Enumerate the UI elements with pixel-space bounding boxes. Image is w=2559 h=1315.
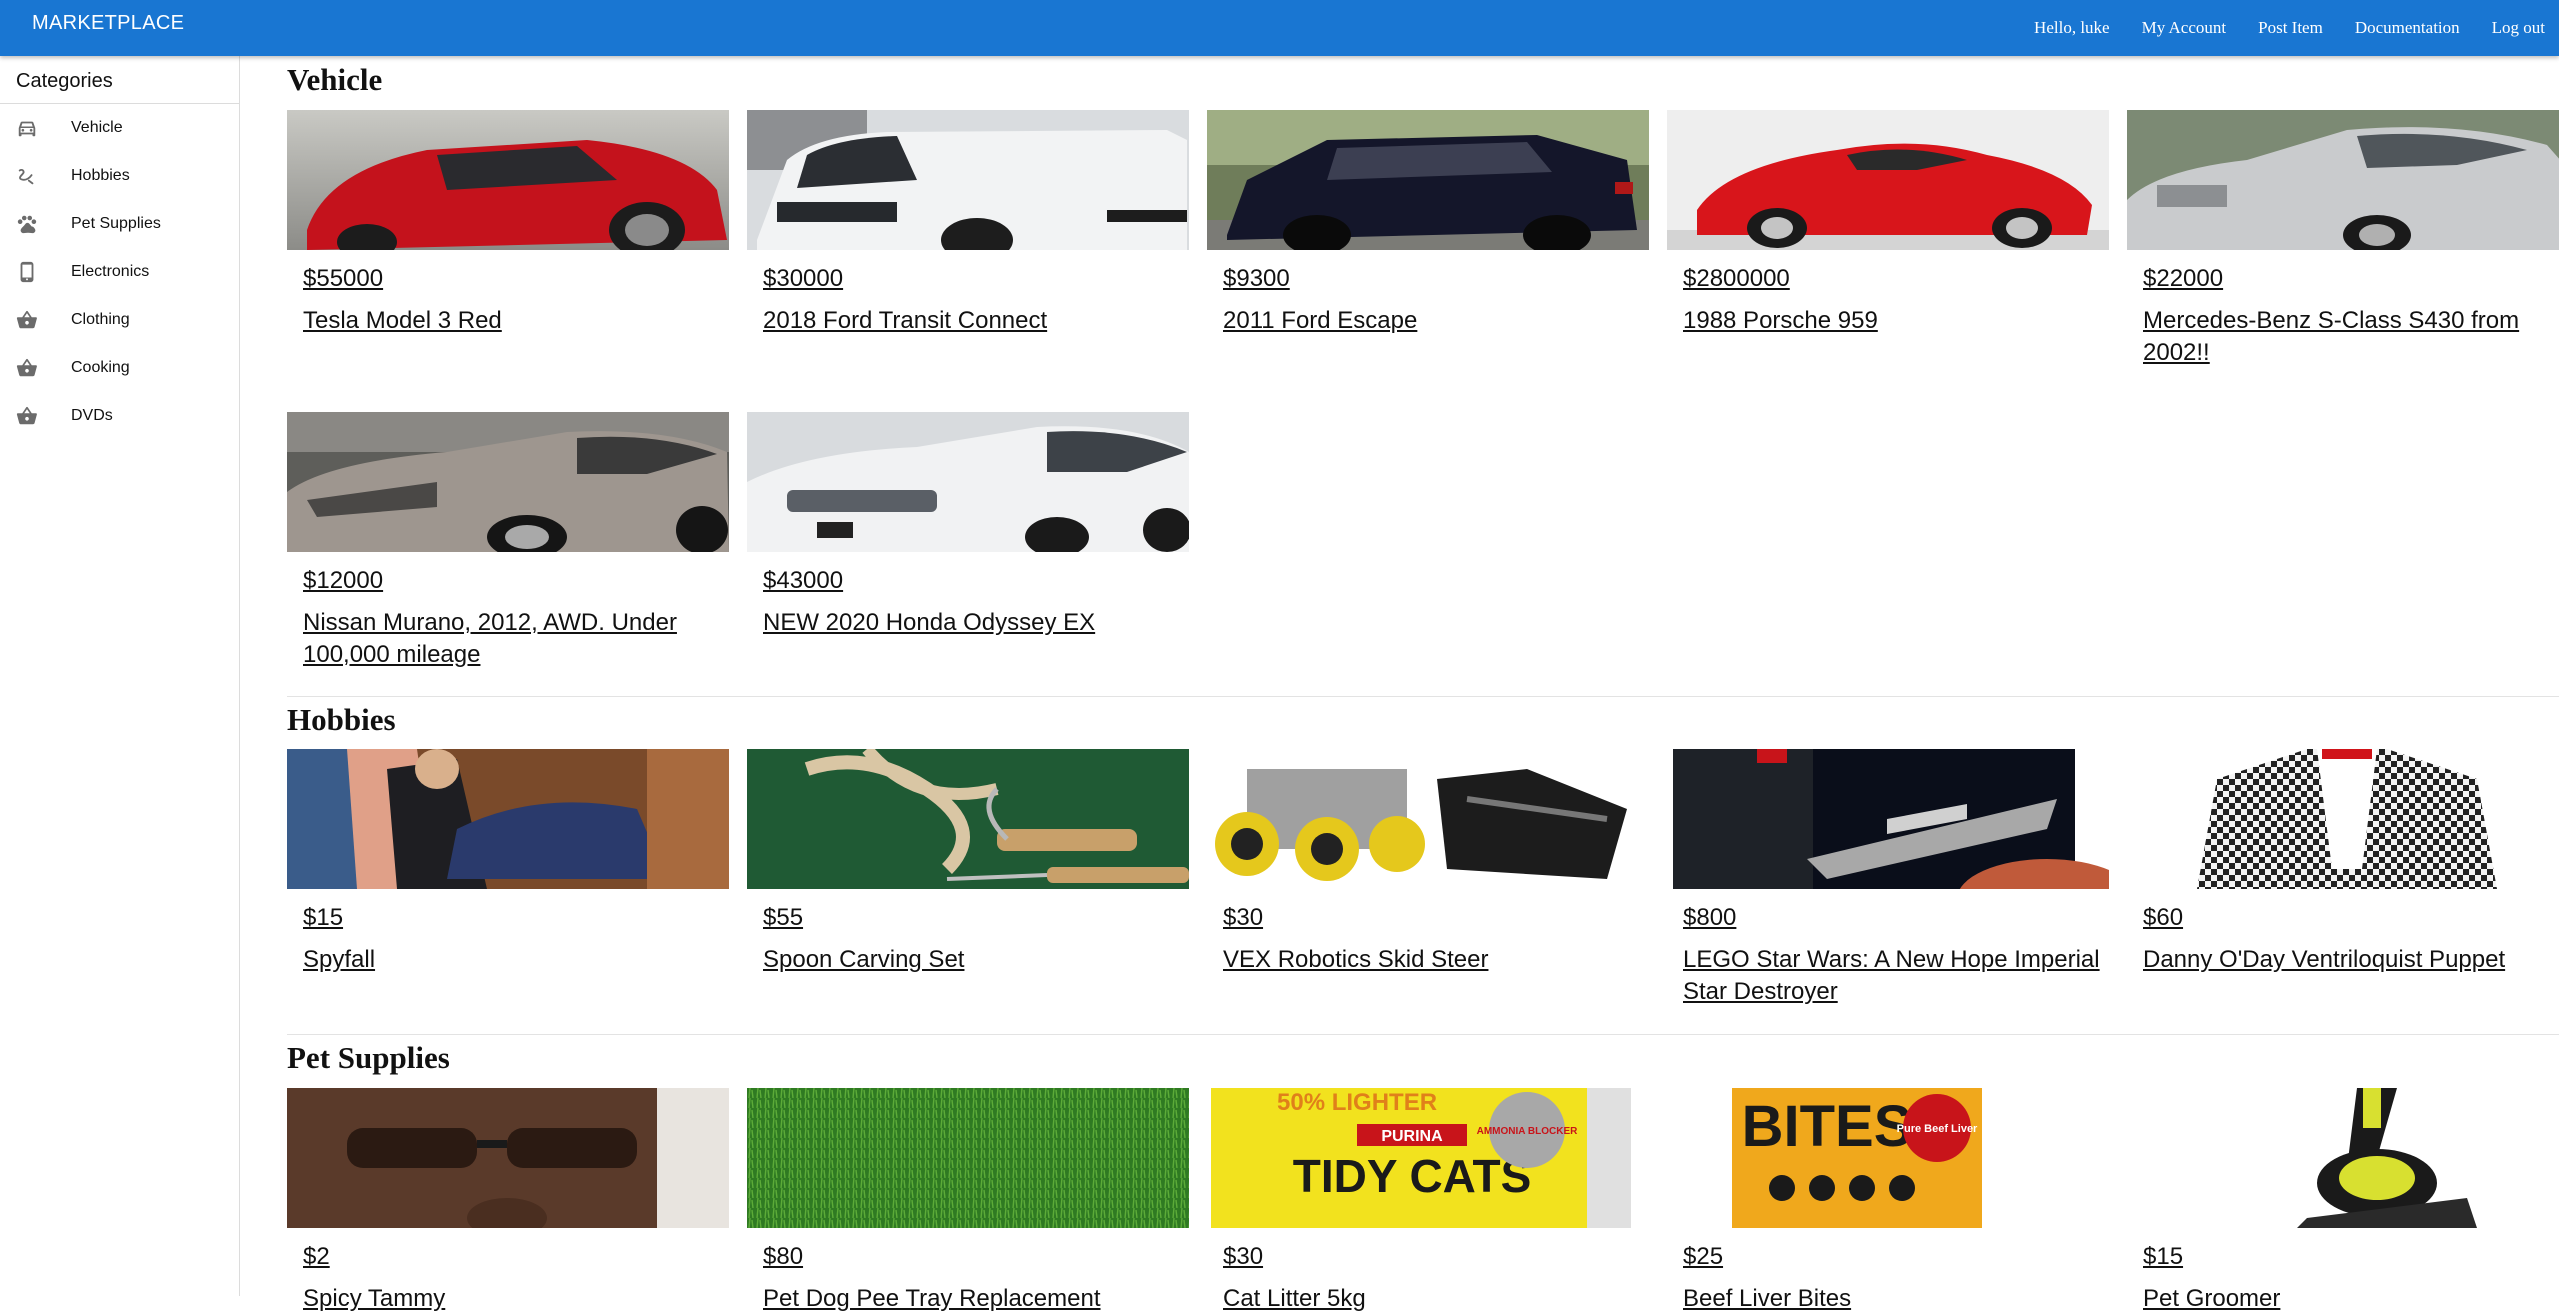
listing-title[interactable]: Spicy Tammy (303, 1283, 723, 1315)
listings-main: Vehicle $55000 Tesla Model 3 Red $30000 … (240, 56, 2559, 1312)
listing-image-ford-escape[interactable] (1207, 110, 1649, 250)
documentation-link[interactable]: Documentation (2355, 18, 2460, 38)
listing-title[interactable]: 2018 Ford Transit Connect (763, 305, 1183, 337)
paw-icon (16, 213, 38, 235)
listing-title[interactable]: Pet Groomer (2143, 1283, 2559, 1315)
basket-icon (16, 309, 38, 331)
sidebar-item-vehicle[interactable]: Vehicle (0, 104, 239, 152)
listing-image-vex-robotics[interactable] (1207, 749, 1649, 889)
listing-title[interactable]: Spoon Carving Set (763, 944, 1183, 976)
listing-price[interactable]: $2800000 (1683, 265, 1790, 293)
sidebar-item-label: Vehicle (71, 119, 123, 136)
listing-title[interactable]: Spyfall (303, 944, 723, 976)
listing-title[interactable]: LEGO Star Wars: A New Hope Imperial Star… (1683, 944, 2103, 1008)
categories-sidebar: Categories Vehicle Hobbies Pet Supplies … (0, 56, 240, 1296)
listing-price[interactable]: $30000 (763, 265, 843, 293)
listing-price[interactable]: $30 (1223, 1243, 1263, 1271)
listing-price[interactable]: $30 (1223, 904, 1263, 932)
listing-price[interactable]: $12000 (303, 567, 383, 595)
brand-logo[interactable]: MARKETPLACE (32, 12, 184, 35)
listing-price[interactable]: $15 (303, 904, 343, 932)
sidebar-item-dvds[interactable]: DVDs (0, 392, 239, 440)
listing-image-spicy-tammy[interactable] (287, 1088, 729, 1228)
hobbies-icon (16, 165, 38, 187)
tidy-cats-tagline: 50% LIGHTER (1277, 1089, 1437, 1116)
listing-image-porsche[interactable] (1667, 110, 2109, 250)
listing-price[interactable]: $60 (2143, 904, 2183, 932)
listing-title[interactable]: Danny O'Day Ventriloquist Puppet (2143, 944, 2559, 976)
phone-icon (16, 261, 38, 283)
tidy-cats-brand: PURINA (1381, 1128, 1443, 1145)
listing-image-ventriloquist-puppet[interactable] (2127, 749, 2559, 889)
car-icon (16, 117, 38, 139)
sidebar-item-label: Cooking (71, 359, 130, 376)
listing-price[interactable]: $9300 (1223, 265, 1290, 293)
section-title-hobbies: Hobbies (287, 702, 396, 737)
listing-title[interactable]: Nissan Murano, 2012, AWD. Under 100,000 … (303, 607, 723, 671)
sidebar-item-label: Pet Supplies (71, 215, 161, 232)
listing-price[interactable]: $25 (1683, 1243, 1723, 1271)
sidebar-item-label: DVDs (71, 407, 113, 424)
listing-image-spoon-carving[interactable] (747, 749, 1189, 889)
sidebar-item-electronics[interactable]: Electronics (0, 248, 239, 296)
sidebar-title: Categories (16, 70, 113, 92)
listing-price[interactable]: $22000 (2143, 265, 2223, 293)
my-account-link[interactable]: My Account (2142, 18, 2227, 38)
listing-image-nissan[interactable] (287, 412, 729, 552)
greeting-link[interactable]: Hello, luke (2034, 18, 2110, 38)
listing-price[interactable]: $2 (303, 1243, 330, 1271)
top-nav: Hello, luke My Account Post Item Documen… (2002, 0, 2559, 56)
listing-title[interactable]: 1988 Porsche 959 (1683, 305, 2103, 337)
app-bar: MARKETPLACE Hello, luke My Account Post … (0, 0, 2559, 56)
listing-title[interactable]: NEW 2020 Honda Odyssey EX (763, 607, 1183, 639)
sidebar-item-hobbies[interactable]: Hobbies (0, 152, 239, 200)
listing-image-ford-transit[interactable] (747, 110, 1189, 250)
listing-image-mercedes[interactable] (2127, 110, 2559, 250)
section-title-pet-supplies: Pet Supplies (287, 1040, 450, 1075)
sidebar-item-clothing[interactable]: Clothing (0, 296, 239, 344)
listing-image-cat-litter[interactable]: 50% LIGHTER PURINA TIDY CATS AMMONIA BLO… (1207, 1088, 1649, 1228)
listing-price[interactable]: $80 (763, 1243, 803, 1271)
section-divider (287, 1034, 2559, 1035)
bites-brand: BITES (1742, 1094, 1913, 1159)
basket-icon (16, 405, 38, 427)
logout-link[interactable]: Log out (2492, 18, 2545, 38)
listing-price[interactable]: $55 (763, 904, 803, 932)
tidy-cats-name: TIDY CATS (1293, 1150, 1532, 1202)
listing-image-pee-tray[interactable] (747, 1088, 1189, 1228)
listing-title[interactable]: Cat Litter 5kg (1223, 1283, 1643, 1315)
listing-image-pet-groomer[interactable] (2127, 1088, 2559, 1228)
tidy-cats-badge: AMMONIA BLOCKER (1477, 1126, 1579, 1137)
listing-title[interactable]: Mercedes-Benz S-Class S430 from 2002!! (2143, 305, 2559, 369)
listing-title[interactable]: Pet Dog Pee Tray Replacement (763, 1283, 1183, 1315)
listing-price[interactable]: $15 (2143, 1243, 2183, 1271)
sidebar-item-pet-supplies[interactable]: Pet Supplies (0, 200, 239, 248)
sidebar-item-cooking[interactable]: Cooking (0, 344, 239, 392)
post-item-link[interactable]: Post Item (2258, 18, 2323, 38)
section-title-vehicle: Vehicle (287, 62, 383, 97)
listing-title[interactable]: Tesla Model 3 Red (303, 305, 723, 337)
basket-icon (16, 357, 38, 379)
listing-title[interactable]: 2011 Ford Escape (1223, 305, 1643, 337)
sidebar-item-label: Clothing (71, 311, 130, 328)
sidebar-item-label: Electronics (71, 263, 150, 280)
listing-price[interactable]: $43000 (763, 567, 843, 595)
listing-image-tesla[interactable] (287, 110, 729, 250)
listing-image-honda[interactable] (747, 412, 1189, 552)
listing-title[interactable]: VEX Robotics Skid Steer (1223, 944, 1643, 976)
listing-image-spyfall[interactable] (287, 749, 729, 889)
listing-title[interactable]: Beef Liver Bites (1683, 1283, 2103, 1315)
listing-price[interactable]: $55000 (303, 265, 383, 293)
listing-image-beef-liver-bites[interactable]: BITES Pure Beef Liver (1667, 1088, 2109, 1228)
bites-badge: Pure Beef Liver (1897, 1123, 1978, 1135)
section-divider (287, 696, 2559, 697)
sidebar-item-label: Hobbies (71, 167, 130, 184)
listing-price[interactable]: $800 (1683, 904, 1736, 932)
listing-image-lego-star-destroyer[interactable] (1667, 749, 2109, 889)
